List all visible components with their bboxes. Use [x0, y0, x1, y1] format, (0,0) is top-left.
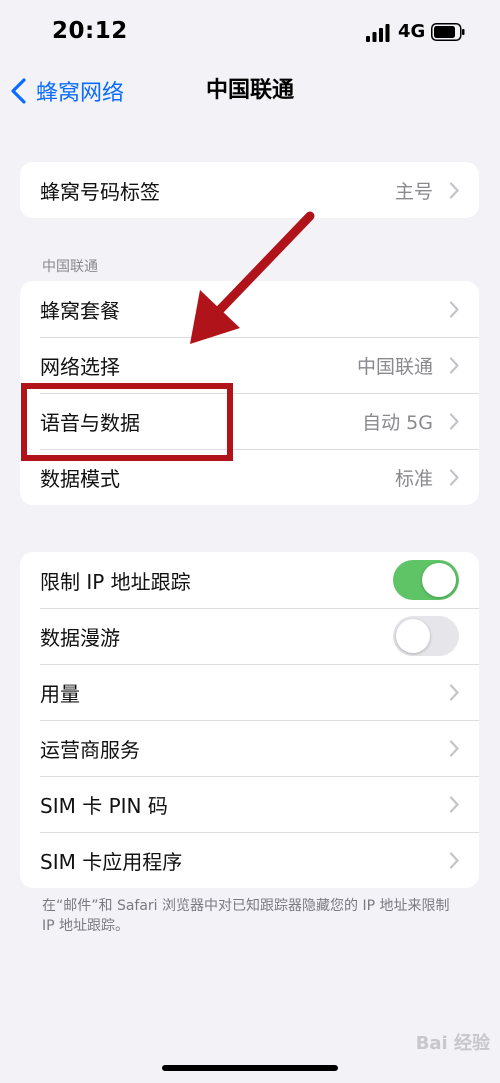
footer-note: 在“邮件”和 Safari 浏览器中对已知跟踪器隐藏您的 IP 地址来限制 IP…: [42, 898, 450, 934]
row-label: SIM 卡应用程序: [40, 849, 183, 874]
section-header-carrier: 中国联通: [42, 259, 98, 275]
row-label: 蜂窝套餐: [40, 298, 120, 323]
navigation-bar: 蜂窝网络 中国联通: [0, 66, 500, 116]
watermark-logo: Bai 经验: [415, 1033, 490, 1054]
row-carrier-services[interactable]: 运营商服务: [20, 720, 479, 776]
status-bar: 20:12 4G: [0, 0, 500, 66]
row-label: 用量: [40, 681, 80, 706]
row-sim-applications[interactable]: SIM 卡应用程序: [20, 832, 479, 888]
chevron-right-icon: [449, 796, 459, 813]
signal-strength-icon: [366, 24, 390, 42]
row-label: 数据模式: [40, 466, 120, 491]
network-type: 4G: [398, 21, 426, 42]
row-label: 数据漫游: [40, 625, 120, 650]
status-time: 20:12: [52, 18, 128, 44]
row-label: 限制 IP 地址跟踪: [40, 569, 191, 594]
chevron-right-icon: [449, 469, 459, 486]
chevron-right-icon: [449, 852, 459, 869]
row-value: 主号: [394, 180, 433, 203]
battery-icon: [431, 23, 465, 41]
chevron-right-icon: [449, 740, 459, 757]
chevron-right-icon: [449, 182, 459, 199]
row-value: 标准: [394, 467, 433, 490]
chevron-right-icon: [449, 301, 459, 318]
row-data-roaming: 数据漫游: [20, 608, 479, 664]
home-indicator[interactable]: [162, 1065, 338, 1071]
chevron-right-icon: [449, 684, 459, 701]
row-sim-pin[interactable]: SIM 卡 PIN 码: [20, 776, 479, 832]
row-label: 网络选择: [40, 354, 120, 379]
limit-ip-tracking-toggle[interactable]: [393, 560, 459, 600]
row-label: 运营商服务: [40, 737, 140, 762]
annotation-arrow-icon: [190, 211, 315, 344]
settings-group-privacy: 限制 IP 地址跟踪 数据漫游 用量 运营商服务 SIM 卡 PIN 码 SIM…: [20, 552, 479, 888]
row-value: 中国联通: [356, 355, 433, 378]
toggle-knob: [422, 563, 456, 597]
toggle-knob: [396, 619, 430, 653]
row-label: SIM 卡 PIN 码: [40, 793, 168, 818]
chevron-right-icon: [449, 357, 459, 374]
row-label: 蜂窝号码标签: [40, 179, 160, 204]
page-title: 中国联通: [205, 78, 294, 103]
annotation-highlight-box: [21, 383, 233, 461]
row-limit-ip-tracking: 限制 IP 地址跟踪: [20, 552, 479, 608]
row-value: 自动 5G: [362, 411, 433, 434]
data-roaming-toggle[interactable]: [393, 616, 459, 656]
chevron-right-icon: [449, 413, 459, 430]
row-usage[interactable]: 用量: [20, 664, 479, 720]
